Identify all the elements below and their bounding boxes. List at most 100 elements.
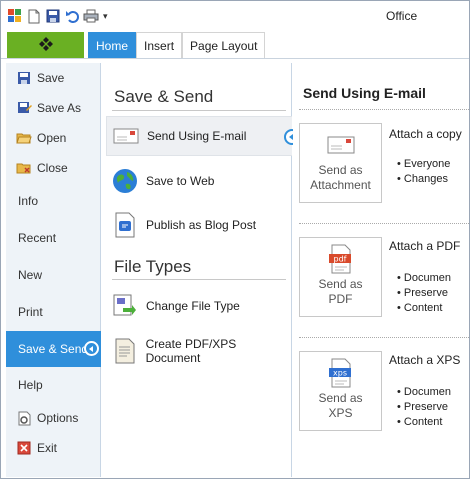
file-tab[interactable]	[7, 32, 84, 58]
pdf-xps-document-icon	[112, 338, 138, 364]
send-as-pdf-button[interactable]: pdf Send as PDF	[299, 237, 382, 317]
app-icon[interactable]	[7, 8, 23, 24]
nav-new[interactable]: New	[6, 262, 101, 288]
button-label-line1: Send as	[318, 277, 363, 291]
envelope-icon	[327, 130, 355, 160]
title-bar: ▾ Office	[1, 1, 469, 32]
option-bullets: Documen Preserve Content	[397, 271, 451, 316]
option-title: Attach a PDF	[389, 239, 461, 253]
option-title: Attach a copy	[389, 127, 462, 141]
save-send-heading: Save & Send	[114, 87, 214, 106]
nav-options[interactable]: Options	[6, 405, 101, 431]
print-icon[interactable]	[83, 8, 99, 24]
email-icon	[113, 123, 139, 149]
nav-recent[interactable]: Recent	[6, 225, 101, 251]
undo-icon[interactable]	[64, 8, 80, 24]
tab-page-layout[interactable]: Page Layout	[182, 32, 266, 58]
item-label: Create PDF/XPS Document	[145, 337, 237, 365]
nav-label: Recent	[18, 231, 57, 245]
tab-insert[interactable]: Insert	[136, 32, 183, 58]
file-types-heading: File Types	[114, 257, 192, 276]
bullet-item: Documen	[397, 271, 451, 286]
exit-icon	[16, 440, 32, 456]
blog-post-icon	[112, 212, 138, 238]
bullet-item: Preserve	[397, 286, 451, 301]
email-options-pane: Send Using E-mail Send as Attachment Att…	[293, 63, 469, 477]
ribbon-divider	[1, 58, 469, 59]
save-icon	[16, 70, 32, 86]
option-bullets: Everyone Changes	[397, 157, 450, 187]
window-title: Office	[386, 9, 418, 23]
nav-info[interactable]: Info	[6, 188, 101, 214]
save-to-web-item[interactable]: Save to Web	[106, 161, 292, 201]
nav-save-as[interactable]: Save As	[6, 95, 101, 121]
save-icon[interactable]	[45, 8, 61, 24]
close-folder-icon	[16, 160, 32, 176]
pane-divider	[299, 337, 469, 338]
publish-blog-post-item[interactable]: Publish as Blog Post	[106, 205, 292, 245]
email-pane-heading: Send Using E-mail	[303, 85, 426, 101]
item-label: Change File Type	[146, 299, 240, 313]
nav-open[interactable]: Open	[6, 125, 101, 151]
button-label-line1: Send as	[318, 391, 363, 405]
nav-label: Save	[37, 71, 65, 85]
tab-home[interactable]: Home	[88, 32, 137, 58]
pdf-icon: pdf	[328, 244, 354, 274]
bullet-item: Preserve	[397, 400, 451, 415]
new-document-icon[interactable]	[26, 8, 42, 24]
backstage-nav: Save Save As Open Close Info Recent New …	[6, 63, 101, 477]
file-logo-icon	[38, 36, 54, 55]
nav-label: Close	[37, 161, 68, 175]
nav-label: Exit	[37, 441, 58, 455]
nav-label: New	[18, 268, 43, 282]
nav-close[interactable]: Close	[6, 155, 101, 181]
open-folder-icon	[16, 130, 32, 146]
nav-exit[interactable]: Exit	[6, 435, 101, 461]
change-file-type-icon	[112, 293, 138, 319]
create-pdf-xps-item[interactable]: Create PDF/XPS Document	[106, 331, 292, 371]
nav-save[interactable]: Save	[6, 65, 101, 91]
nav-save-and-send[interactable]: Save & Send	[6, 331, 101, 367]
nav-label: Save & Send	[18, 342, 89, 356]
quick-access-toolbar: ▾	[7, 8, 108, 24]
ribbon-tabs: Home Insert Page Layout	[7, 32, 266, 58]
xps-icon-text: xps	[333, 369, 347, 378]
nav-print[interactable]: Print	[6, 299, 101, 325]
nav-label: Info	[18, 194, 39, 208]
office-window: ▾ Office Home Insert Page Layout Save Sa…	[0, 0, 470, 479]
nav-label: Open	[37, 131, 67, 145]
button-label-line2: PDF	[328, 292, 353, 306]
button-label-line1: Send as	[318, 163, 363, 177]
item-label: Publish as Blog Post	[146, 218, 257, 232]
customize-toolbar-dropdown[interactable]: ▾	[103, 11, 108, 22]
bullet-item: Content	[397, 415, 451, 430]
send-as-xps-button[interactable]: xps Send as XPS	[299, 351, 382, 431]
bullet-item: Everyone	[397, 157, 450, 172]
send-as-attachment-button[interactable]: Send as Attachment	[299, 123, 382, 203]
section-divider	[112, 279, 286, 280]
nav-label: Help	[18, 378, 43, 392]
item-label: Send Using E-mail	[147, 129, 247, 143]
pdf-icon-text: pdf	[333, 255, 346, 264]
button-label-line2: Attachment	[310, 178, 371, 192]
selection-arrow-icon	[84, 341, 99, 356]
nav-help[interactable]: Help	[6, 372, 101, 398]
bullet-item: Documen	[397, 385, 451, 400]
nav-label: Print	[18, 305, 43, 319]
nav-label: Save As	[37, 101, 82, 115]
xps-icon: xps	[328, 358, 354, 388]
globe-icon	[112, 168, 138, 194]
save-as-icon	[16, 100, 32, 116]
section-divider	[112, 110, 286, 111]
options-icon	[16, 410, 32, 426]
button-label-line2: XPS	[328, 406, 353, 420]
bullet-item: Changes	[397, 172, 450, 187]
pane-divider	[299, 109, 469, 110]
change-file-type-item[interactable]: Change File Type	[106, 286, 292, 326]
option-title: Attach a XPS	[389, 353, 461, 367]
pane-divider	[299, 223, 469, 224]
send-using-email-item[interactable]: Send Using E-mail	[106, 116, 300, 156]
nav-label: Options	[37, 411, 79, 425]
option-bullets: Documen Preserve Content	[397, 385, 451, 430]
item-label: Save to Web	[146, 174, 215, 188]
